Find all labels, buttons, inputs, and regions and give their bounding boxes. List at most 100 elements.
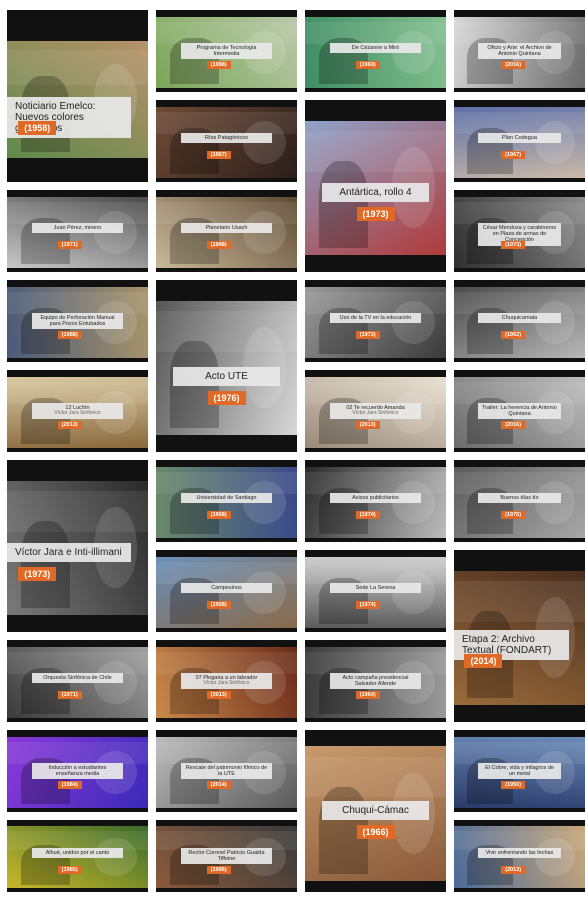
video-tile-t14[interactable]: Chuquicamata (1962)	[454, 280, 585, 362]
video-year-badge: (1973)	[355, 331, 380, 340]
video-year-badge: (2016)	[501, 421, 526, 430]
video-tile-t26[interactable]: 07 Plegaria a un labrador Víctor Jara Sin…	[156, 640, 297, 722]
video-year-badge: (1973)	[501, 241, 526, 250]
video-tile-t07[interactable]: Plan Codegua (1967)	[454, 100, 585, 182]
video-tile-t32[interactable]: Alhué, unidos por el canto (1985)	[7, 820, 148, 892]
video-year-badge: (2014)	[464, 653, 503, 668]
video-caption: Planetario Usach	[181, 223, 272, 234]
video-year-badge: (1958)	[206, 601, 231, 610]
video-year-badge: (1973)	[356, 207, 395, 222]
video-tile-t12[interactable]: Acto UTE (1976)	[156, 280, 297, 452]
video-caption: Ríos Patagónicos	[181, 133, 272, 144]
video-caption: Rector Coronel Patricio Gualda Tiffeine	[181, 847, 272, 864]
video-year-badge: (1968)	[206, 511, 231, 520]
video-year-badge: (1988)	[206, 61, 231, 70]
video-tile-t33[interactable]: Rector Coronel Patricio Gualda Tiffeine (…	[156, 820, 297, 892]
video-caption: Víctor Jara e Inti-illimani	[7, 543, 132, 563]
video-tile-t24[interactable]: Etapa 2: Archivo Textual (FONDART) (2014)	[454, 550, 585, 722]
video-caption: Orquesta Sinfónica de Chile	[32, 673, 123, 684]
video-year-badge: (1974)	[355, 511, 380, 520]
video-tile-t03[interactable]: De Cézanne a Miró (1969)	[305, 10, 446, 92]
video-caption: 12 Luchín Víctor Jara Sinfónico	[32, 403, 123, 419]
video-title: Programa de Tecnología Intermedia	[196, 45, 257, 58]
video-caption: Oficio y Arte: el Archivo de Antonio Qui…	[477, 43, 562, 60]
video-caption: Plan Codegua	[477, 133, 562, 144]
video-tile-t09[interactable]: Planetario Usach (1988)	[156, 190, 297, 272]
video-title: Rescate del patrimonio fílmico de la UTE	[185, 765, 268, 778]
video-caption: Antártica, rollo 4	[321, 183, 430, 203]
video-year-badge: (2016)	[501, 61, 526, 70]
video-caption: Sede La Serena	[330, 583, 421, 594]
video-tile-t15[interactable]: 12 Luchín Víctor Jara Sinfónico (2013)	[7, 370, 148, 452]
video-title: Alhué, unidos por el canto	[45, 849, 110, 856]
video-tile-t10[interactable]: César Mendoza y carabineros en Plaza de …	[454, 190, 585, 272]
video-tile-t30[interactable]: Chuqui-Cámac (1966)	[305, 730, 446, 892]
video-subtitle: Víctor Jara Sinfónico	[352, 410, 399, 417]
video-year-badge: (1975)	[501, 511, 526, 520]
video-tile-t20[interactable]: Avisos publicitarios (1974)	[305, 460, 446, 542]
video-year-badge: (1988)	[206, 241, 231, 250]
video-tile-t01[interactable]: Noticiario Emelco: Nuevos colores ganade…	[7, 10, 148, 182]
video-title: Rector Coronel Patricio Gualda Tiffeine	[188, 849, 265, 862]
video-title: Ríos Patagónicos	[204, 135, 249, 142]
video-caption: Programa de Tecnología Intermedia	[181, 43, 272, 60]
video-year-badge: (2013)	[501, 865, 526, 874]
video-tile-t04[interactable]: Oficio y Arte: el Archivo de Antonio Qui…	[454, 10, 585, 92]
video-caption: Equipo de Perforación Manual para Pozos …	[32, 313, 123, 330]
video-title: Planetario Usach	[205, 225, 248, 232]
video-title: Buenos días tío	[500, 495, 539, 502]
video-caption: Vivir enfrentando las fechas	[477, 847, 562, 858]
video-caption: Acto UTE	[172, 366, 281, 386]
video-tile-t27[interactable]: Acto campaña presidencial Salvador Allen…	[305, 640, 446, 722]
video-tile-t23[interactable]: Sede La Serena (1974)	[305, 550, 446, 632]
video-tile-t02[interactable]: Programa de Tecnología Intermedia (1988)	[156, 10, 297, 92]
video-tile-t05[interactable]: Ríos Patagónicos (1967)	[156, 100, 297, 182]
video-caption: Uso de la TV en la educación	[330, 313, 421, 324]
video-year-badge: (2013)	[57, 421, 82, 430]
video-caption: El Cobre, vida y milagros de un metal	[477, 763, 562, 780]
video-year-badge: (2013)	[206, 691, 231, 700]
video-title: Orquesta Sinfónica de Chile	[43, 675, 112, 682]
video-year-badge: (1971)	[57, 241, 82, 250]
video-tile-t13[interactable]: Uso de la TV en la educación (1973)	[305, 280, 446, 362]
video-tile-t06[interactable]: Antártica, rollo 4 (1973)	[305, 100, 446, 272]
video-title: Inducción a estudiantes enseñanza media	[48, 765, 107, 778]
video-caption: Trailer: La herencia de Antonio Quintana	[477, 403, 562, 420]
video-title: De Cézanne a Miró	[351, 45, 400, 52]
video-caption: Chuqui-Cámac	[321, 800, 430, 820]
video-tile-t18[interactable]: Víctor Jara e Inti-illimani (1973)	[7, 460, 148, 632]
video-year-badge: (1950)	[501, 781, 526, 790]
video-tile-t11[interactable]: Equipo de Perforación Manual para Pozos …	[7, 280, 148, 362]
video-title: Campesinos	[211, 585, 242, 592]
video-tile-t29[interactable]: Rescate del patrimonio fílmico de la UTE…	[156, 730, 297, 812]
video-title: Antártica, rollo 4	[339, 187, 412, 199]
video-year-badge: (1958)	[18, 120, 57, 135]
video-subtitle: Víctor Jara Sinfónico	[203, 680, 250, 687]
video-caption: Buenos días tío	[477, 493, 562, 504]
video-tile-t19[interactable]: Universidad de Santiago (1968)	[156, 460, 297, 542]
video-year-badge: (1973)	[18, 567, 57, 582]
video-caption: 02 Te recuerdo Amanda Víctor Jara Sinfóni…	[330, 403, 421, 419]
video-tile-t16[interactable]: 02 Te recuerdo Amanda Víctor Jara Sinfóni…	[305, 370, 446, 452]
video-tile-t28[interactable]: Inducción a estudiantes enseñanza media (…	[7, 730, 148, 812]
video-title: Chuqui-Cámac	[342, 804, 409, 816]
video-caption: Rescate del patrimonio fílmico de la UTE	[181, 763, 272, 780]
video-tile-t22[interactable]: Campesinos (1958)	[156, 550, 297, 632]
video-caption: Avisos publicitarios	[330, 493, 421, 504]
video-year-badge: (1967)	[206, 151, 231, 160]
video-title: Vivir enfrentando las fechas	[485, 849, 554, 856]
video-caption: 07 Plegaria a un labrador Víctor Jara Sin…	[181, 673, 272, 689]
video-tile-t21[interactable]: Buenos días tío (1975)	[454, 460, 585, 542]
video-tile-t08[interactable]: Juan Pérez, minero (1971)	[7, 190, 148, 272]
video-tile-t31[interactable]: El Cobre, vida y milagros de un metal (19…	[454, 730, 585, 812]
video-year-badge: (1971)	[57, 691, 82, 700]
video-tile-t34[interactable]: Vivir enfrentando las fechas (2013)	[454, 820, 585, 892]
video-tile-t25[interactable]: Orquesta Sinfónica de Chile (1971)	[7, 640, 148, 722]
video-tile-t17[interactable]: Trailer: La herencia de Antonio Quintana…	[454, 370, 585, 452]
video-title: Juan Pérez, minero	[53, 225, 102, 232]
video-subtitle: Víctor Jara Sinfónico	[54, 410, 101, 417]
video-year-badge: (1974)	[355, 601, 380, 610]
video-title: El Cobre, vida y milagros de un metal	[485, 765, 554, 778]
video-caption: Inducción a estudiantes enseñanza media	[32, 763, 123, 780]
video-year-badge: (1986)	[206, 865, 231, 874]
